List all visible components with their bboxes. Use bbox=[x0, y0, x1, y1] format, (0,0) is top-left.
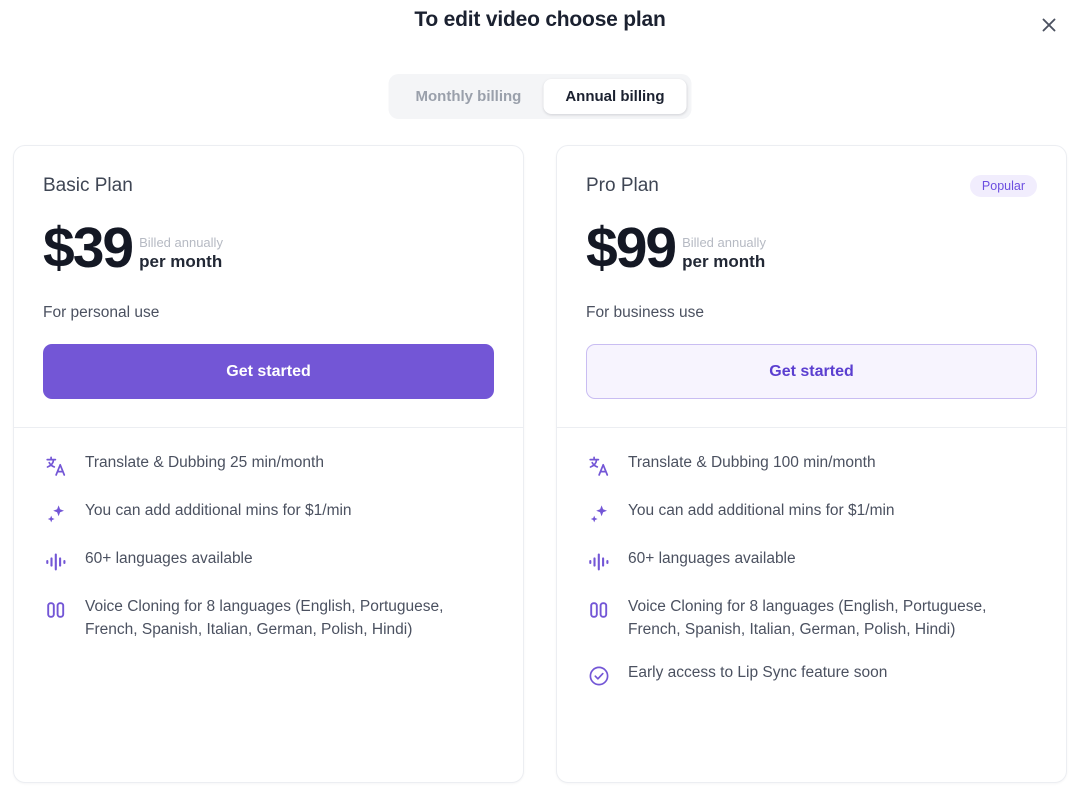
feature-text: You can add additional mins for $1/min bbox=[628, 500, 895, 522]
list-item: Voice Cloning for 8 languages (English, … bbox=[586, 596, 1037, 641]
feature-text: You can add additional mins for $1/min bbox=[85, 500, 352, 522]
page-title: To edit video choose plan bbox=[0, 8, 1080, 32]
pricing-modal: To edit video choose plan Monthly billin… bbox=[0, 0, 1080, 798]
translate-icon bbox=[586, 453, 612, 479]
feature-text: Voice Cloning for 8 languages (English, … bbox=[85, 596, 490, 641]
plan-header-basic: Basic Plan $39 Billed annually per month… bbox=[14, 146, 523, 427]
voice-clone-icon bbox=[586, 597, 612, 623]
feature-text: 60+ languages available bbox=[628, 548, 796, 570]
list-item: 60+ languages available bbox=[43, 548, 494, 575]
waveform-icon bbox=[43, 549, 69, 575]
close-button[interactable] bbox=[1032, 8, 1066, 42]
plan-name-pro: Pro Plan bbox=[586, 175, 659, 197]
status-badge: Popular bbox=[970, 175, 1037, 198]
plan-header-pro: Pro Plan Popular $99 Billed annually per… bbox=[557, 146, 1066, 427]
price-period-pro: per month bbox=[682, 251, 766, 272]
features-list-pro: Translate & Dubbing 100 min/month You ca… bbox=[557, 428, 1066, 713]
plan-audience-basic: For personal use bbox=[43, 304, 494, 322]
waveform-icon bbox=[586, 549, 612, 575]
plans-container: Basic Plan $39 Billed annually per month… bbox=[13, 145, 1067, 783]
billed-note-basic: Billed annually bbox=[139, 235, 223, 251]
plan-name-row-basic: Basic Plan bbox=[43, 174, 494, 198]
feature-text: Translate & Dubbing 25 min/month bbox=[85, 452, 324, 474]
features-list-basic: Translate & Dubbing 25 min/month You can… bbox=[14, 428, 523, 665]
plan-name-row-pro: Pro Plan Popular bbox=[586, 174, 1037, 198]
feature-text: 60+ languages available bbox=[85, 548, 253, 570]
list-item: 60+ languages available bbox=[586, 548, 1037, 575]
sparkles-icon bbox=[43, 501, 69, 527]
list-item: You can add additional mins for $1/min bbox=[43, 500, 494, 527]
plan-card-pro: Pro Plan Popular $99 Billed annually per… bbox=[556, 145, 1067, 783]
plan-name-basic: Basic Plan bbox=[43, 175, 133, 197]
translate-icon bbox=[43, 453, 69, 479]
list-item: Translate & Dubbing 25 min/month bbox=[43, 452, 494, 479]
get-started-button-pro[interactable]: Get started bbox=[586, 344, 1037, 399]
plan-price-pro: $99 bbox=[586, 222, 675, 274]
plan-audience-pro: For business use bbox=[586, 304, 1037, 322]
billing-toggle[interactable]: Monthly billing Annual billing bbox=[389, 74, 692, 119]
list-item: Voice Cloning for 8 languages (English, … bbox=[43, 596, 494, 641]
list-item: You can add additional mins for $1/min bbox=[586, 500, 1037, 527]
price-meta-basic: Billed annually per month bbox=[139, 235, 223, 275]
price-row-basic: $39 Billed annually per month bbox=[43, 222, 494, 274]
check-circle-icon bbox=[586, 663, 612, 689]
close-icon bbox=[1039, 15, 1059, 35]
list-item: Early access to Lip Sync feature soon bbox=[586, 662, 1037, 689]
list-item: Translate & Dubbing 100 min/month bbox=[586, 452, 1037, 479]
billed-note-pro: Billed annually bbox=[682, 235, 766, 251]
plan-price-basic: $39 bbox=[43, 222, 132, 274]
toggle-option-monthly[interactable]: Monthly billing bbox=[394, 79, 544, 114]
feature-text: Early access to Lip Sync feature soon bbox=[628, 662, 887, 684]
price-row-pro: $99 Billed annually per month bbox=[586, 222, 1037, 274]
get-started-button-basic[interactable]: Get started bbox=[43, 344, 494, 399]
toggle-option-annual[interactable]: Annual billing bbox=[543, 79, 686, 114]
feature-text: Translate & Dubbing 100 min/month bbox=[628, 452, 876, 474]
price-period-basic: per month bbox=[139, 251, 223, 272]
voice-clone-icon bbox=[43, 597, 69, 623]
price-meta-pro: Billed annually per month bbox=[682, 235, 766, 275]
feature-text: Voice Cloning for 8 languages (English, … bbox=[628, 596, 1033, 641]
plan-card-basic: Basic Plan $39 Billed annually per month… bbox=[13, 145, 524, 783]
sparkles-icon bbox=[586, 501, 612, 527]
